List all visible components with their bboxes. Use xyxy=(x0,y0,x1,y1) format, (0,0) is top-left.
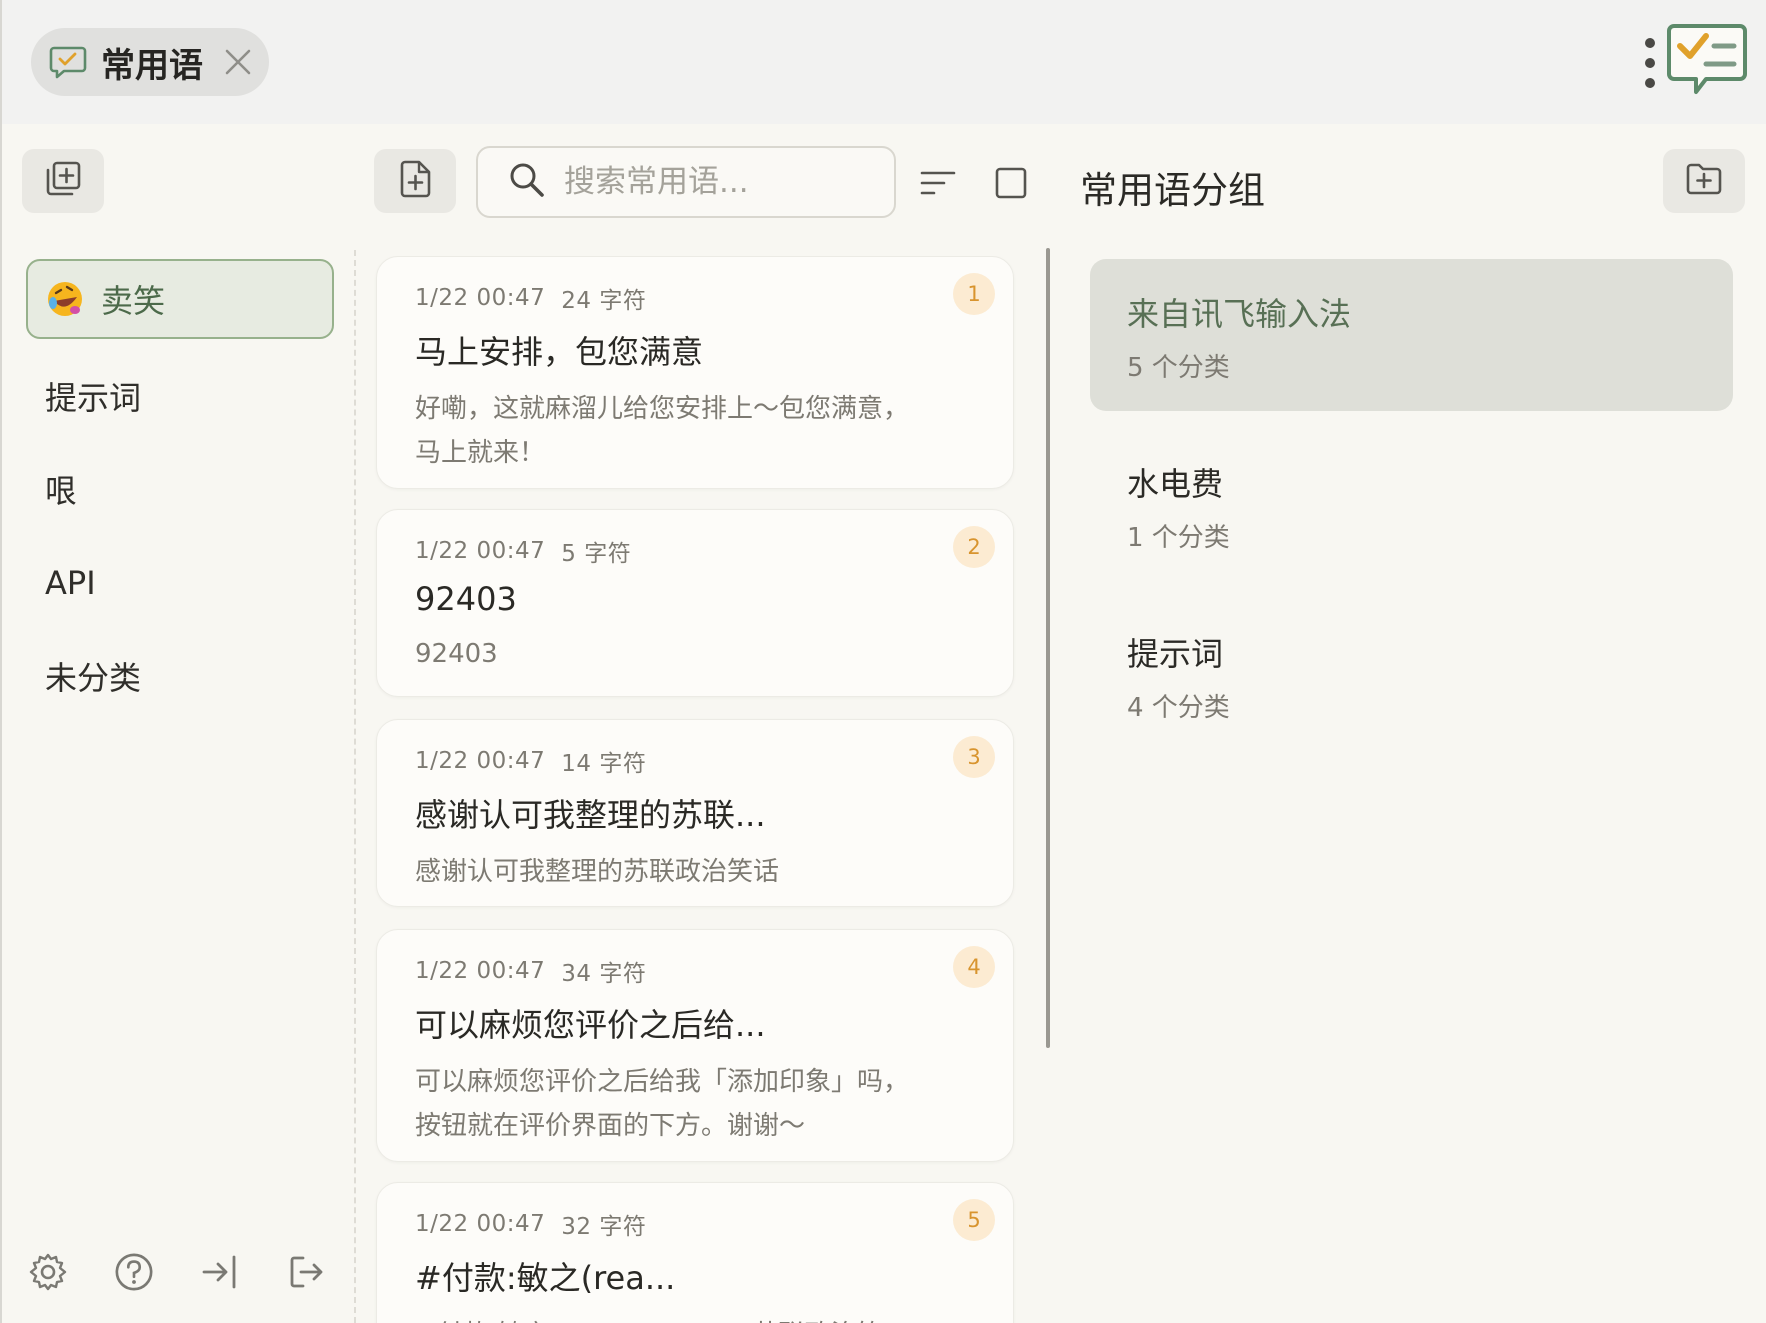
group-item-utility-bills[interactable]: 水电费 1 个分类 xyxy=(1090,429,1733,581)
chat-bubble-icon xyxy=(47,41,89,83)
more-vertical-icon[interactable] xyxy=(1638,38,1662,88)
phrase-index-badge: 4 xyxy=(953,946,995,988)
group-name: 水电费 xyxy=(1127,465,1224,503)
phrase-card[interactable]: 1/22 00:47 14 字符 感谢认可我整理的苏联... 感谢认可我整理的苏联… xyxy=(376,719,1014,907)
title-bar: 常用语 xyxy=(2,0,1766,124)
phrase-title: 可以麻烦您评价之后给... xyxy=(415,1006,766,1044)
phrase-card[interactable]: 1/22 00:47 5 字符 92403 92403 2 xyxy=(376,509,1014,697)
phrase-body: 可以麻烦您评价之后给我「添加印象」吗， 按钮就在评价界面的下方。谢谢～ xyxy=(415,1067,910,1141)
phrase-date: 1/22 00:47 xyxy=(415,285,546,311)
phrase-body: 好嘞，这就麻溜儿给您安排上～包您满意， 马上就来！ xyxy=(415,394,910,468)
phrase-char-count: 32 字符 xyxy=(561,1214,647,1240)
add-phrase-button[interactable] xyxy=(374,149,456,213)
add-folder-icon xyxy=(1685,162,1723,200)
group-item-xunfei[interactable]: 来自讯飞输入法 5 个分类 xyxy=(1090,259,1733,411)
group-count: 1 个分类 xyxy=(1127,523,1230,553)
groups-panel-title: 常用语分组 xyxy=(1080,169,1265,212)
phrase-date: 1/22 00:47 xyxy=(415,958,546,984)
checkbox-icon[interactable] xyxy=(990,162,1032,204)
category-item-uncategorized[interactable]: 未分类 xyxy=(26,636,334,716)
phrase-list: 1/22 00:47 24 字符 马上安排，包您满意 好嘞，这就麻溜儿给您安排上～… xyxy=(374,256,1016,1323)
add-file-icon xyxy=(398,160,432,202)
category-item-gen[interactable]: 哏 xyxy=(26,449,334,529)
phrase-index-badge: 2 xyxy=(953,526,995,568)
category-label: 提示词 xyxy=(45,379,142,417)
phrase-date: 1/22 00:47 xyxy=(415,538,546,564)
search-icon xyxy=(508,161,546,203)
phrase-body: #付款:敏之(realSilenYang)/苏联政治笑 xyxy=(415,1313,977,1323)
import-icon[interactable] xyxy=(200,1252,240,1292)
add-category-button[interactable] xyxy=(22,149,104,213)
phrase-index-badge: 3 xyxy=(953,736,995,778)
search-input[interactable] xyxy=(564,164,884,200)
group-count: 4 个分类 xyxy=(1127,693,1230,723)
phrase-char-count: 24 字符 xyxy=(561,288,647,314)
gear-icon[interactable] xyxy=(28,1252,68,1292)
list-scrollbar[interactable] xyxy=(1046,248,1050,1048)
phrase-index-badge: 5 xyxy=(953,1199,995,1241)
export-icon[interactable] xyxy=(286,1252,326,1292)
category-item-api[interactable]: API xyxy=(26,543,334,623)
search-box[interactable] xyxy=(476,146,896,218)
category-label: 卖笑 xyxy=(101,282,166,320)
tab-title: 常用语 xyxy=(101,45,203,86)
category-label: API xyxy=(45,564,96,602)
sidebar-divider xyxy=(354,250,356,1323)
rolling-on-floor-laughing-emoji xyxy=(47,281,83,317)
add-stack-icon xyxy=(44,160,82,202)
phrase-title: #付款:敏之(rea... xyxy=(415,1259,676,1297)
phrase-title: 马上安排，包您满意 xyxy=(415,333,704,371)
sort-icon[interactable] xyxy=(917,162,959,204)
phrase-char-count: 14 字符 xyxy=(561,751,647,777)
help-icon[interactable] xyxy=(114,1252,154,1292)
group-item-prompts[interactable]: 提示词 4 个分类 xyxy=(1090,599,1733,751)
category-label: 未分类 xyxy=(45,659,142,697)
phrase-card[interactable]: 1/22 00:47 24 字符 马上安排，包您满意 好嘞，这就麻溜儿给您安排上～… xyxy=(376,256,1014,489)
category-label: 哏 xyxy=(45,472,78,510)
phrase-char-count: 34 字符 xyxy=(561,961,647,987)
sidebar-bottom-toolbar xyxy=(28,1252,326,1292)
phrase-date: 1/22 00:47 xyxy=(415,748,546,774)
phrase-card[interactable]: 1/22 00:47 34 字符 可以麻烦您评价之后给... 可以麻烦您评价之后给… xyxy=(376,929,1014,1162)
category-item-maixiao[interactable]: 卖笑 xyxy=(26,259,334,339)
phrase-char-count: 5 字符 xyxy=(561,541,632,567)
phrase-card[interactable]: 1/22 00:47 32 字符 #付款:敏之(rea... #付款:敏之(rea… xyxy=(376,1182,1014,1323)
add-group-button[interactable] xyxy=(1663,149,1745,213)
phrase-title: 92403 xyxy=(415,580,517,618)
group-name: 提示词 xyxy=(1127,635,1224,673)
category-item-prompts[interactable]: 提示词 xyxy=(26,356,334,436)
group-count: 5 个分类 xyxy=(1127,353,1230,383)
app-window: 常用语 卖笑 提示词 哏 API 未分类 搜索常用语... 1/22 00:47… xyxy=(0,0,1766,1323)
phrase-index-badge: 1 xyxy=(953,273,995,315)
close-icon[interactable] xyxy=(221,45,255,79)
phrase-date: 1/22 00:47 xyxy=(415,1211,546,1237)
phrase-body: 感谢认可我整理的苏联政治笑话 xyxy=(415,857,780,887)
phrase-title: 感谢认可我整理的苏联... xyxy=(415,796,766,834)
phrase-body: 92403 xyxy=(415,639,498,669)
app-logo-icon xyxy=(1666,22,1748,98)
tab-phrases[interactable]: 常用语 xyxy=(31,28,269,96)
group-name: 来自讯飞输入法 xyxy=(1127,295,1352,333)
